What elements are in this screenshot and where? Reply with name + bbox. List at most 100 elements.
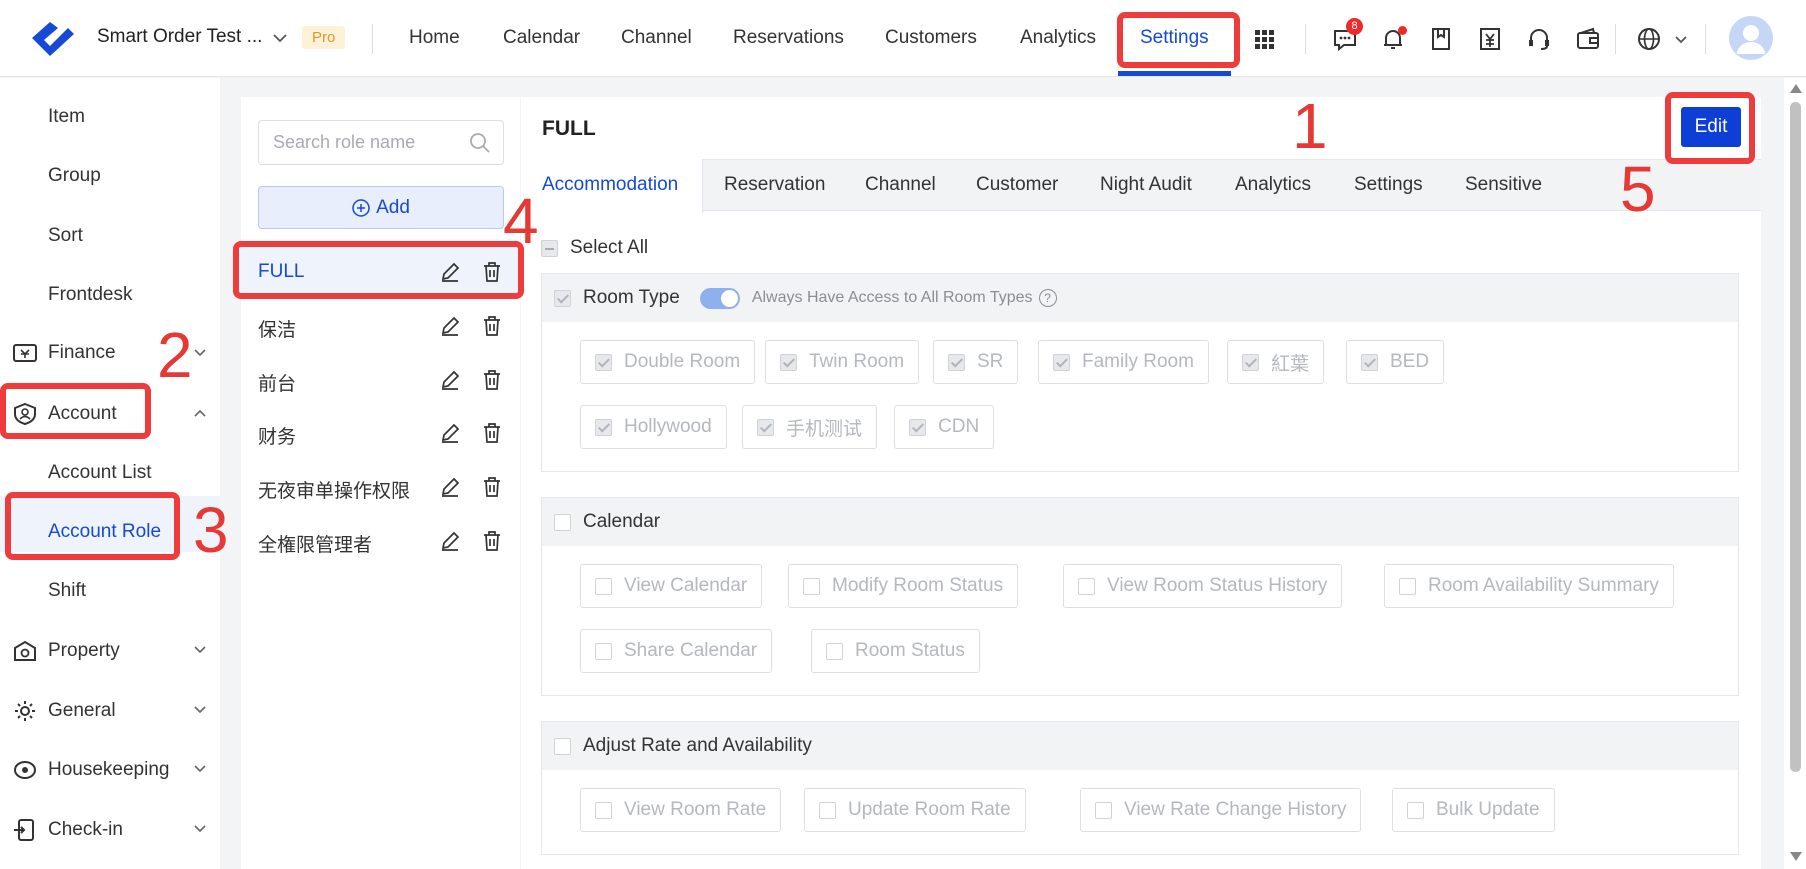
- calendar-option[interactable]: Room Status: [811, 629, 980, 673]
- role-item[interactable]: 全権限管理者: [241, 516, 520, 566]
- chevron-up-icon[interactable]: [192, 407, 208, 419]
- option-checkbox[interactable]: [780, 353, 797, 371]
- rate-option[interactable]: View Room Rate: [580, 788, 782, 832]
- option-checkbox[interactable]: [1053, 353, 1070, 371]
- calendar-option[interactable]: Share Calendar: [580, 629, 773, 673]
- page-scrollbar[interactable]: [1784, 78, 1806, 869]
- scroll-thumb[interactable]: [1790, 102, 1801, 772]
- edit-pencil-icon[interactable]: [439, 315, 461, 337]
- option-checkbox[interactable]: [819, 801, 836, 819]
- nav-home[interactable]: Home: [409, 27, 460, 49]
- chevron-down-icon[interactable]: [192, 823, 208, 835]
- search-icon[interactable]: [469, 132, 491, 154]
- room-option[interactable]: 手机测试: [742, 405, 878, 449]
- avatar[interactable]: [1729, 16, 1773, 60]
- rate-option[interactable]: Bulk Update: [1392, 788, 1555, 832]
- tab-customer[interactable]: Customer: [976, 174, 1058, 196]
- room-option[interactable]: 紅葉: [1227, 340, 1325, 384]
- bookmark-icon[interactable]: [1428, 26, 1454, 52]
- option-checkbox[interactable]: [1407, 801, 1424, 819]
- option-checkbox[interactable]: [757, 418, 774, 436]
- brand-logo-icon[interactable]: [28, 18, 78, 58]
- role-search-input[interactable]: [273, 132, 463, 153]
- nav-channel[interactable]: Channel: [621, 27, 692, 49]
- sidebar-group-general[interactable]: General: [12, 699, 116, 723]
- option-checkbox[interactable]: [803, 577, 820, 595]
- tab-channel[interactable]: Channel: [865, 174, 936, 196]
- company-name[interactable]: Smart Order Test ...: [97, 26, 262, 48]
- trash-icon[interactable]: [481, 369, 503, 391]
- calendar-option[interactable]: Modify Room Status: [788, 564, 1019, 608]
- room-option[interactable]: CDN: [894, 405, 995, 449]
- sidebar-item-item[interactable]: Item: [48, 106, 85, 128]
- sidebar-item-sort[interactable]: Sort: [48, 225, 83, 247]
- option-checkbox[interactable]: [595, 353, 612, 371]
- calendar-option[interactable]: View Calendar: [580, 564, 763, 608]
- headset-icon[interactable]: [1526, 26, 1552, 52]
- option-checkbox[interactable]: [595, 418, 612, 436]
- sidebar-group-property[interactable]: Property: [12, 639, 120, 663]
- nav-calendar[interactable]: Calendar: [503, 27, 580, 49]
- option-checkbox[interactable]: [948, 353, 965, 371]
- role-item[interactable]: 前台: [241, 355, 520, 405]
- chevron-down-icon[interactable]: [192, 644, 208, 656]
- sidebar-item-frontdesk[interactable]: Frontdesk: [48, 284, 132, 306]
- tab-analytics[interactable]: Analytics: [1235, 174, 1311, 196]
- sidebar-group-housekeeping[interactable]: Housekeeping: [12, 758, 169, 782]
- sidebar-item-account-list[interactable]: Account List: [48, 462, 152, 484]
- role-item[interactable]: 财务: [241, 408, 520, 458]
- select-all-checkbox[interactable]: [541, 239, 558, 257]
- option-checkbox[interactable]: [909, 418, 926, 436]
- option-checkbox[interactable]: [1078, 577, 1095, 595]
- trash-icon[interactable]: [481, 476, 503, 498]
- apps-grid-icon[interactable]: [1251, 26, 1277, 52]
- select-all-row[interactable]: Select All: [541, 237, 648, 259]
- rate-option[interactable]: View Rate Change History: [1080, 788, 1362, 832]
- chevron-down-icon[interactable]: [192, 763, 208, 775]
- option-checkbox[interactable]: [1399, 577, 1416, 595]
- nav-analytics[interactable]: Analytics: [1020, 27, 1096, 49]
- sidebar-item-group[interactable]: Group: [48, 165, 101, 187]
- scroll-down-arrow-icon[interactable]: [1790, 852, 1802, 861]
- scroll-up-arrow-icon[interactable]: [1790, 84, 1802, 93]
- adjust-rate-checkbox[interactable]: [554, 737, 571, 755]
- tab-settings[interactable]: Settings: [1354, 174, 1423, 196]
- trash-icon[interactable]: [481, 315, 503, 337]
- nav-reservations[interactable]: Reservations: [733, 27, 844, 49]
- option-checkbox[interactable]: [595, 642, 612, 660]
- rate-option[interactable]: Update Room Rate: [804, 788, 1026, 832]
- tab-sensitive[interactable]: Sensitive: [1465, 174, 1542, 196]
- chevron-down-icon[interactable]: [192, 347, 208, 359]
- help-icon[interactable]: ?: [1038, 289, 1057, 307]
- option-checkbox[interactable]: [1242, 353, 1259, 371]
- room-option[interactable]: Double Room: [580, 340, 756, 384]
- role-item[interactable]: 保洁: [241, 301, 520, 351]
- option-checkbox[interactable]: [595, 577, 612, 595]
- tab-accommodation[interactable]: Accommodation: [542, 174, 678, 196]
- globe-icon[interactable]: [1636, 26, 1662, 52]
- edit-pencil-icon[interactable]: [439, 422, 461, 444]
- always-access-toggle[interactable]: [699, 287, 740, 309]
- room-option[interactable]: Twin Room: [765, 340, 920, 384]
- edit-pencil-icon[interactable]: [439, 530, 461, 552]
- calendar-option[interactable]: Room Availability Summary: [1384, 564, 1674, 608]
- room-option[interactable]: SR: [933, 340, 1019, 384]
- sidebar-group-checkin[interactable]: Check-in: [12, 818, 123, 842]
- tab-reservation[interactable]: Reservation: [724, 174, 825, 196]
- add-role-button[interactable]: Add: [258, 186, 504, 229]
- option-checkbox[interactable]: [1361, 353, 1378, 371]
- trash-icon[interactable]: [481, 422, 503, 444]
- role-item[interactable]: 无夜审单操作权限: [241, 462, 520, 512]
- room-type-checkbox[interactable]: [554, 289, 571, 307]
- nav-customers[interactable]: Customers: [885, 27, 977, 49]
- chevron-down-icon[interactable]: [1668, 26, 1694, 52]
- wallet-icon[interactable]: [1575, 26, 1601, 52]
- sidebar-item-shift[interactable]: Shift: [48, 580, 86, 602]
- edit-pencil-icon[interactable]: [439, 369, 461, 391]
- calendar-option[interactable]: View Room Status History: [1063, 564, 1343, 608]
- trash-icon[interactable]: [481, 530, 503, 552]
- edit-pencil-icon[interactable]: [439, 476, 461, 498]
- tab-night-audit[interactable]: Night Audit: [1100, 174, 1192, 196]
- room-option[interactable]: Family Room: [1038, 340, 1209, 384]
- option-checkbox[interactable]: [826, 642, 843, 660]
